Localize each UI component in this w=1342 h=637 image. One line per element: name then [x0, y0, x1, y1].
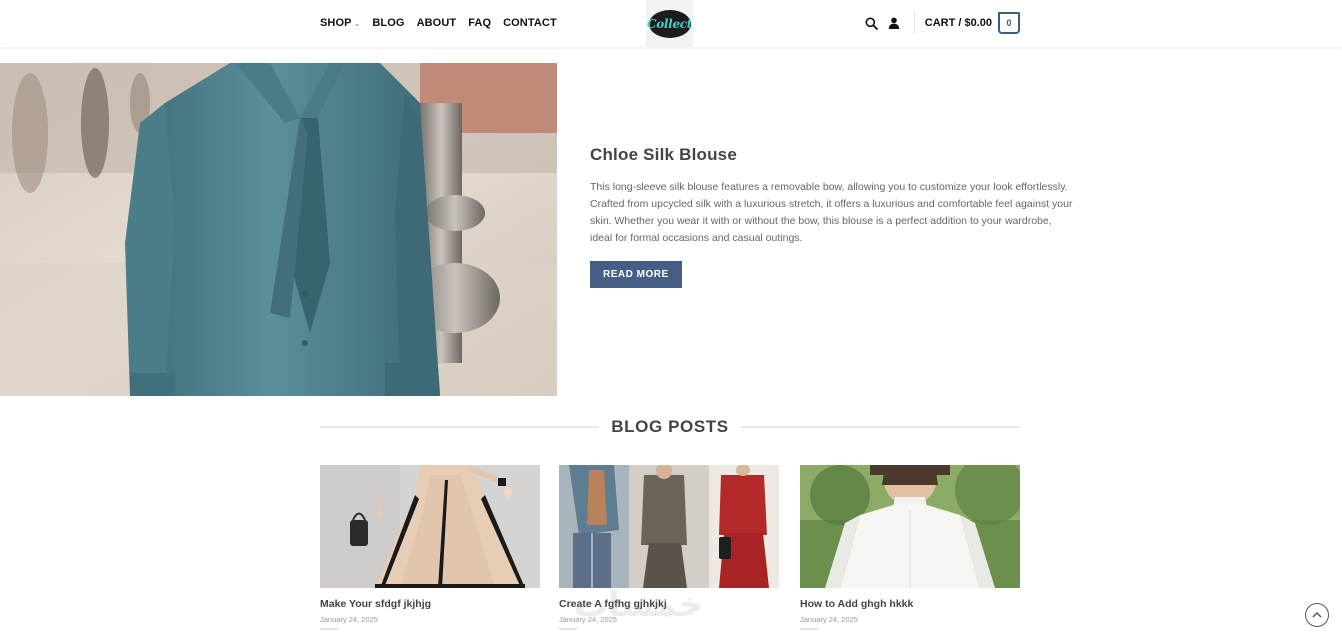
chevron-down-icon: ⌄ — [353, 18, 361, 28]
blog-post-card[interactable]: Make Your sfdgf jkjhjg January 24, 2025 — [320, 465, 540, 630]
nav-item-blog[interactable]: BLOG — [372, 17, 404, 29]
site-logo[interactable]: Collect — [646, 0, 693, 47]
nav-item-about[interactable]: ABOUT — [417, 17, 457, 29]
chevron-up-icon — [1312, 611, 1322, 618]
header-actions: CART / $0.00 0 — [858, 12, 1020, 34]
post-image-dress — [320, 465, 540, 588]
hero-image — [0, 63, 557, 396]
section-divider-left — [320, 426, 600, 428]
site-header: SHOP ⌄ BLOG ABOUT FAQ CONTACT Collect CAR… — [0, 0, 1342, 47]
logo-text: Collect — [646, 16, 693, 31]
post-divider — [800, 628, 818, 630]
nav-item-contact[interactable]: CONTACT — [503, 17, 557, 29]
hero-content: Chloe Silk Blouse This long-sleeve silk … — [590, 145, 1075, 288]
nav-item-shop[interactable]: SHOP ⌄ — [320, 17, 360, 29]
hero-photo-blouse — [0, 63, 557, 396]
main-nav: SHOP ⌄ BLOG ABOUT FAQ CONTACT — [320, 17, 557, 29]
post-image-white-blouse — [800, 465, 1020, 588]
post-image-street-style — [559, 465, 779, 588]
header-divider — [913, 12, 915, 34]
scroll-to-top-button[interactable] — [1305, 603, 1329, 627]
blog-post-card[interactable]: How to Add ghgh hkkk January 24, 2025 — [800, 465, 1020, 630]
post-divider — [559, 628, 577, 630]
post-thumbnail[interactable] — [800, 465, 1020, 588]
post-date: January 24, 2025 — [800, 615, 858, 624]
section-divider-right — [740, 426, 1020, 428]
section-title: BLOG POSTS — [611, 417, 729, 436]
post-thumbnail[interactable] — [559, 465, 779, 588]
nav-item-faq[interactable]: FAQ — [468, 17, 491, 29]
cart-link[interactable]: CART / $0.00 — [925, 17, 992, 29]
logo-badge: Collect — [646, 9, 693, 38]
post-thumbnail[interactable] — [320, 465, 540, 588]
nav-item-shop-label: SHOP — [320, 17, 352, 29]
cart-count: 0 — [1006, 18, 1012, 28]
post-title[interactable]: How to Add ghgh hkkk — [800, 598, 1020, 610]
read-more-button[interactable]: READ MORE — [590, 261, 682, 288]
user-icon[interactable] — [886, 15, 902, 31]
search-icon[interactable] — [864, 15, 880, 31]
post-divider — [320, 628, 338, 630]
watermark: خمسات — [574, 585, 703, 625]
post-title[interactable]: Make Your sfdgf jkjhjg — [320, 598, 540, 610]
hero-title: Chloe Silk Blouse — [590, 145, 737, 164]
blog-section-header: BLOG POSTS — [320, 416, 1020, 438]
post-date: January 24, 2025 — [320, 615, 378, 624]
cart-bag-icon[interactable]: 0 — [998, 12, 1020, 34]
hero-description: This long-sleeve silk blouse features a … — [590, 181, 1073, 244]
